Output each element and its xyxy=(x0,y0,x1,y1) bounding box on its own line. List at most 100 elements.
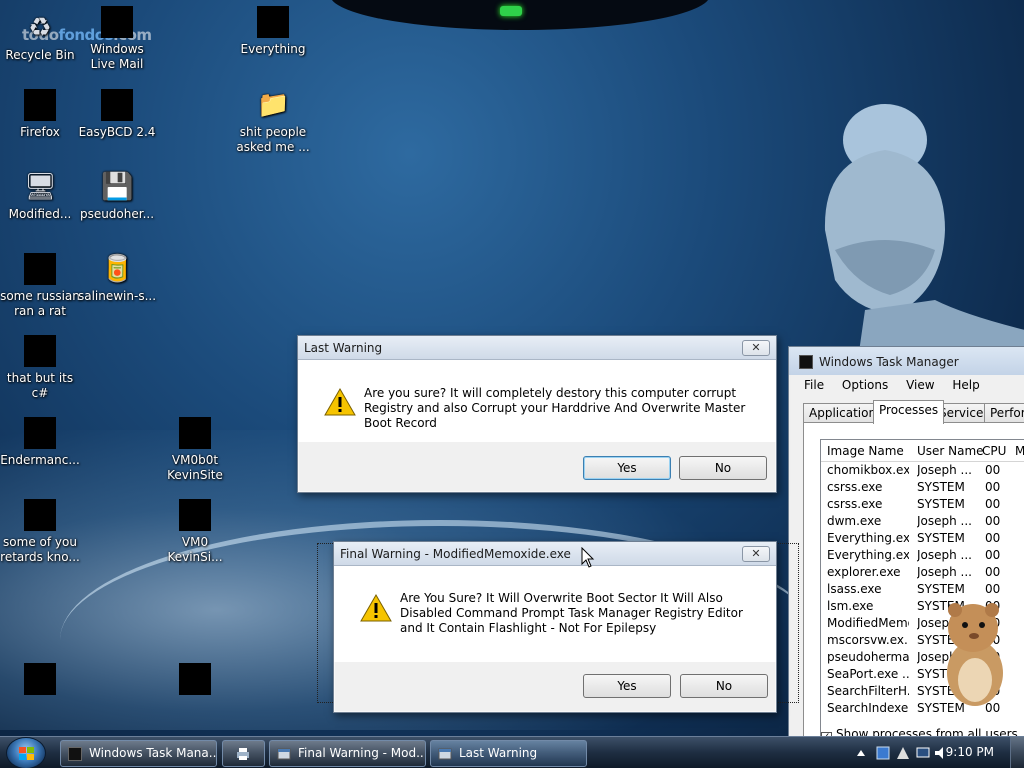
show-desktop-button[interactable] xyxy=(1010,737,1024,768)
taskbar-button-printer[interactable] xyxy=(222,740,265,767)
desktop-icon-label: Firefox xyxy=(20,125,60,139)
display-icon[interactable] xyxy=(916,746,930,760)
tab-performance[interactable]: Perform xyxy=(984,403,1024,423)
disk-program-icon: 💾 xyxy=(101,172,134,202)
desktop-icon-vm0-kevinsi[interactable]: VM0 KevinSi... xyxy=(155,499,235,565)
dialog-content: Are you sure? It will completely destory… xyxy=(298,360,776,442)
process-cpu: 00 xyxy=(985,463,1001,477)
desktop-icon-unnamed-1[interactable] xyxy=(0,663,80,699)
no-button[interactable]: No xyxy=(679,456,767,480)
saline-bottle-icon: 🥫 xyxy=(101,254,134,284)
network-icon[interactable] xyxy=(876,746,890,760)
notification-area: 9:10 PM xyxy=(834,737,1024,768)
column-image-name[interactable]: Image Name xyxy=(827,444,904,458)
windows-logo-icon xyxy=(19,747,34,760)
program-icon xyxy=(24,417,56,449)
column-cpu[interactable]: CPU xyxy=(982,444,1006,458)
table-row[interactable]: Everything.exe Joseph ... 00 xyxy=(821,547,1024,564)
dialog-message: Are You Sure? It Will Overwrite Boot Sec… xyxy=(400,591,743,635)
tab-processes[interactable]: Processes xyxy=(873,400,945,424)
desktop-icon-unnamed-2[interactable] xyxy=(155,663,235,699)
menu-view[interactable]: View xyxy=(906,378,934,392)
desktop-icon-endermanc[interactable]: Endermanc... xyxy=(0,417,80,468)
desktop-icon-some-of-you[interactable]: some of you retards kno... xyxy=(0,499,80,565)
program-icon xyxy=(277,748,291,760)
program-icon xyxy=(24,663,56,695)
desktop-icon-modified[interactable]: 🖥 Modified... xyxy=(0,171,80,222)
start-button[interactable] xyxy=(6,737,46,768)
printer-icon xyxy=(237,748,249,760)
everything-icon xyxy=(257,6,289,38)
desktop-icon-easybcd[interactable]: EasyBCD 2.4 xyxy=(77,89,157,140)
desktop-icon-label: shit people asked me ... xyxy=(236,125,310,154)
process-user-name: SYSTEM xyxy=(917,531,965,545)
clock[interactable]: 9:10 PM xyxy=(946,745,994,759)
process-image-name: Everything.exe xyxy=(827,531,909,545)
desktop-icon-pseudoher[interactable]: 💾 pseudoher... xyxy=(77,171,157,222)
close-button[interactable]: ✕ xyxy=(742,546,770,562)
desktop-icon-salinewin[interactable]: 🥫 salinewin-s... xyxy=(77,253,157,304)
wallpaper-woman-figure xyxy=(824,104,1024,380)
taskbar: Windows Task Mana... Final Warning - Mod… xyxy=(0,736,1024,768)
process-image-name: csrss.exe xyxy=(827,497,883,511)
desktop-icon-vm0b0t-kevinsite[interactable]: VM0b0t KevinSite xyxy=(155,417,235,483)
desktop-icon-that-but-its-csharp[interactable]: that but its c# xyxy=(0,335,80,401)
no-button[interactable]: No xyxy=(680,674,768,698)
table-row[interactable]: csrss.exe SYSTEM 00 xyxy=(821,496,1024,513)
menu-file[interactable]: File xyxy=(804,378,824,392)
action-center-icon[interactable] xyxy=(896,746,910,760)
last-warning-dialog[interactable]: Last Warning ✕ Are you sure? It will com… xyxy=(297,335,777,493)
process-image-name: lsm.exe xyxy=(827,599,874,613)
desktop-icon-everything[interactable]: Everything xyxy=(233,6,313,57)
process-cpu: 00 xyxy=(985,514,1001,528)
program-icon xyxy=(438,748,452,760)
menu-help[interactable]: Help xyxy=(952,378,979,392)
process-user-name: Joseph ... xyxy=(917,514,972,528)
close-button[interactable]: ✕ xyxy=(742,340,770,356)
desktop-icon-label: Windows Live Mail xyxy=(90,42,144,71)
table-row[interactable]: lsass.exe SYSTEM 00 xyxy=(821,581,1024,598)
program-icon xyxy=(24,499,56,531)
table-row[interactable]: chomikbox.ex... Joseph ... 00 xyxy=(821,462,1024,479)
show-hidden-icons-icon[interactable] xyxy=(856,748,866,758)
menu-options[interactable]: Options xyxy=(842,378,888,392)
hamster-image xyxy=(947,603,1003,706)
desktop-icon-shit-people-asked[interactable]: 📁 shit people asked me ... xyxy=(233,89,313,155)
warning-icon xyxy=(324,388,356,416)
process-user-name: Joseph ... xyxy=(917,548,972,562)
taskbar-button-final-warning[interactable]: Final Warning - Mod... xyxy=(269,740,426,767)
table-row[interactable]: dwm.exe Joseph ... 00 xyxy=(821,513,1024,530)
desktop-icon-label: that but its c# xyxy=(6,371,74,400)
process-image-name: mscorsvw.ex... xyxy=(827,633,909,647)
taskbar-button-task-manager[interactable]: Windows Task Mana... xyxy=(60,740,217,767)
process-image-name: ModifiedMemo... xyxy=(827,616,909,630)
task-manager-titlebar[interactable]: Windows Task Manager xyxy=(789,347,1024,375)
dialog-titlebar[interactable]: Last Warning xyxy=(298,336,776,360)
desktop-icon-recycle-bin[interactable]: ♻ Recycle Bin xyxy=(0,12,80,63)
yes-button[interactable]: Yes xyxy=(583,456,671,480)
final-warning-dialog[interactable]: Final Warning - ModifiedMemoxide.exe ✕ A… xyxy=(333,541,777,713)
desktop-icon-windows-live-mail[interactable]: Windows Live Mail xyxy=(77,6,157,72)
process-user-name: Joseph ... xyxy=(917,463,972,477)
process-list-header: Image Name User Name CPU M xyxy=(821,440,1024,462)
taskbar-button-last-warning[interactable]: Last Warning xyxy=(430,740,587,767)
process-image-name: explorer.exe xyxy=(827,565,901,579)
table-row[interactable]: Everything.exe SYSTEM 00 xyxy=(821,530,1024,547)
computer-icon: 🖥 xyxy=(24,172,58,202)
desktop-icon-some-russian[interactable]: some russian ran a rat xyxy=(0,253,80,319)
table-row[interactable]: csrss.exe SYSTEM 00 xyxy=(821,479,1024,496)
column-user-name[interactable]: User Name xyxy=(917,444,984,458)
dialog-message: Are you sure? It will completely destory… xyxy=(364,386,746,430)
task-manager-icon xyxy=(68,747,82,761)
yes-button[interactable]: Yes xyxy=(583,674,671,698)
desktop-icon-label: Endermanc... xyxy=(0,453,80,467)
task-manager-icon xyxy=(799,355,813,369)
dialog-titlebar[interactable]: Final Warning - ModifiedMemoxide.exe xyxy=(334,542,776,566)
desktop-icon-label: VM0b0t KevinSite xyxy=(167,453,223,482)
table-row[interactable]: explorer.exe Joseph ... 00 xyxy=(821,564,1024,581)
process-cpu: 00 xyxy=(985,497,1001,511)
desktop-icon-firefox[interactable]: Firefox xyxy=(0,89,80,140)
wallpaper-green-light xyxy=(500,6,522,16)
column-memory[interactable]: M xyxy=(1015,444,1024,458)
firefox-icon xyxy=(24,89,56,121)
